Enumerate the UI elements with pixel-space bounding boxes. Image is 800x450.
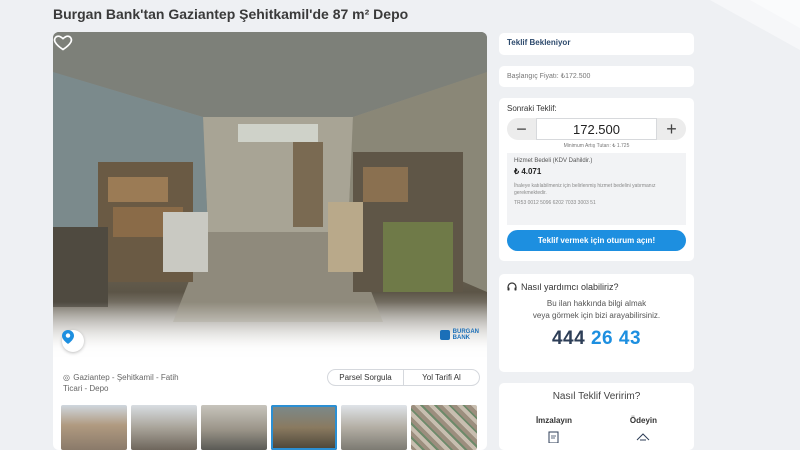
location-pin-icon[interactable] (62, 330, 84, 352)
thumbnail-5[interactable] (341, 405, 407, 450)
phone-number[interactable]: 444 26 43 (507, 328, 686, 350)
parcel-query-button[interactable]: Parsel Sorgula (328, 370, 403, 385)
thumbnail-6[interactable] (411, 405, 477, 450)
increase-bid-button[interactable]: + (657, 118, 686, 140)
directions-button[interactable]: Yol Tarifi Al (403, 370, 479, 385)
next-bid-label: Sonraki Teklif: (507, 104, 557, 113)
page-title: Burgan Bank'tan Gaziantep Şehitkamil'de … (53, 6, 409, 22)
headset-icon (507, 282, 517, 291)
status-badge: Teklif Bekleniyor (507, 38, 571, 47)
location-line-1: Gaziantep - Şehitkamil - Fatih (73, 373, 179, 382)
background-decoration (710, 0, 800, 50)
thumbnail-4[interactable] (271, 405, 337, 450)
decrease-bid-button[interactable]: − (507, 118, 536, 140)
help-card: Nasıl yardımcı olabiliriz? Bu ilan hakkı… (499, 274, 694, 372)
step-sign: İmzalayın (536, 416, 572, 443)
gallery-card: BURGAN BANK ◎ Gaziantep - Şehitkamil - F… (53, 32, 487, 450)
step-sign-label: İmzalayın (535, 416, 572, 425)
phone-suffix: 26 43 (590, 328, 642, 349)
thumbnail-2[interactable] (131, 405, 197, 450)
map-actions: Parsel Sorgula Yol Tarifi Al (327, 369, 480, 386)
document-sign-icon (548, 431, 559, 443)
burgan-bank-logo: BURGAN BANK (439, 329, 479, 341)
service-fee-note: İhaleye katılabilmeniz için belirlenmiş … (514, 183, 656, 196)
how-to-bid-card: Nasıl Teklif Veririm? İmzalayın Ödeyin (499, 383, 694, 450)
start-price-card: Başlangıç Fiyatı: ₺172.500 (499, 66, 694, 87)
service-fee-box: Hizmet Bedeli (KDV Dahildir.) ₺ 4.071 İh… (507, 153, 686, 225)
heart-outline-icon[interactable] (53, 32, 73, 52)
how-to-bid-title: Nasıl Teklif Veririm? (552, 391, 641, 402)
help-title-text: Nasıl yardımcı olabiliriz? (521, 282, 619, 292)
start-price-text: Başlangıç Fiyatı: ₺172.500 (507, 73, 591, 80)
main-photo[interactable]: BURGAN BANK (53, 32, 487, 357)
thumbnail-3[interactable] (201, 405, 267, 450)
iban-text: TR53 0012 5096 6202 7033 3003 51 (514, 200, 596, 206)
help-line-2: veya görmek için bizi arayabilirsiniz. (532, 311, 661, 320)
location-text: ◎ Gaziantep - Şehitkamil - Fatih Ticari … (63, 372, 203, 394)
plus-icon: + (666, 118, 677, 139)
map-marker-icon: ◎ (63, 373, 70, 382)
thumbnail-1[interactable] (61, 405, 127, 450)
location-line-2: Ticari - Depo (63, 384, 109, 393)
service-fee-label: Hizmet Bedeli (KDV Dahildir.) (514, 158, 593, 164)
payment-hand-icon (637, 433, 650, 441)
phone-prefix: 444 (551, 328, 586, 349)
how-to-bid-steps: İmzalayın Ödeyin (507, 416, 686, 443)
minimum-increment-text: Minimum Artış Tutarı: ₺ 1.725 (563, 143, 630, 149)
help-description: Bu ilan hakkında bilgi almak veya görmek… (507, 298, 686, 322)
bid-amount-input[interactable] (536, 118, 657, 140)
minus-icon: − (516, 118, 527, 139)
help-line-1: Bu ilan hakkında bilgi almak (546, 299, 647, 308)
burgan-logo-mark (439, 330, 450, 340)
bid-card: Sonraki Teklif: − + Minimum Artış Tutarı… (499, 98, 694, 261)
login-to-bid-button[interactable]: Teklif vermek için oturum açın! (507, 230, 686, 251)
burgan-logo-text: BURGAN BANK (453, 329, 479, 341)
status-card: Teklif Bekleniyor (499, 33, 694, 55)
photo-fade-overlay (53, 302, 487, 357)
bid-stepper: − + (507, 118, 686, 140)
help-title: Nasıl yardımcı olabiliriz? (507, 282, 686, 292)
step-pay: Ödeyin (630, 416, 657, 443)
service-fee-value: ₺ 4.071 (514, 167, 542, 176)
logo-line-2: BANK (452, 335, 470, 341)
thumbnail-strip (61, 405, 477, 450)
step-pay-label: Ödeyin (629, 416, 658, 425)
